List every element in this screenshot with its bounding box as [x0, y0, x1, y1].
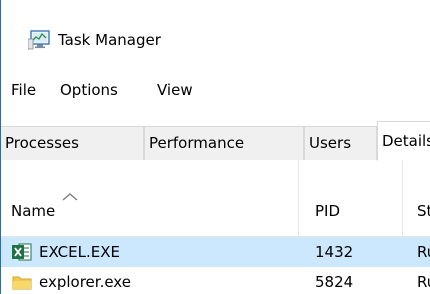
table-header: Name PID Status [1, 160, 430, 237]
table-row[interactable]: EXCEL.EXE 1432 Running [1, 237, 430, 267]
tab-processes[interactable]: Processes [1, 126, 144, 160]
table-row[interactable]: explorer.exe 5824 Running [1, 267, 430, 294]
column-label-pid: PID [315, 202, 341, 220]
folder-icon [12, 273, 32, 291]
menu-options[interactable]: Options [60, 81, 118, 99]
process-name: explorer.exe [39, 273, 131, 291]
sort-ascending-arrow-icon [61, 188, 79, 201]
column-header-name[interactable]: Name [1, 160, 298, 237]
details-table: Name PID Status [1, 160, 430, 294]
process-status: Running [417, 273, 430, 291]
menu-file[interactable]: File [11, 81, 36, 99]
window-title: Task Manager [58, 31, 161, 49]
process-pid: 1432 [315, 243, 354, 261]
column-header-pid[interactable]: PID [299, 160, 402, 237]
column-label-name: Name [11, 202, 56, 220]
process-status: Running [417, 243, 430, 261]
tab-performance[interactable]: Performance [144, 126, 304, 160]
column-header-status[interactable]: Status [403, 160, 430, 237]
menu-view[interactable]: View [157, 81, 193, 99]
process-name: EXCEL.EXE [39, 243, 120, 261]
menu-bar: File Options View [1, 78, 430, 104]
tab-strip: Processes Performance Users Details [1, 116, 430, 161]
task-manager-icon [27, 30, 50, 50]
tab-details[interactable]: Details [377, 121, 430, 161]
title-bar[interactable]: Task Manager [1, 0, 430, 72]
process-pid: 5824 [315, 273, 354, 291]
column-label-status: Status [417, 202, 430, 220]
tab-users[interactable]: Users [304, 126, 377, 160]
task-manager-window: Task Manager File Options View Processes… [0, 0, 430, 294]
excel-icon [12, 243, 32, 261]
